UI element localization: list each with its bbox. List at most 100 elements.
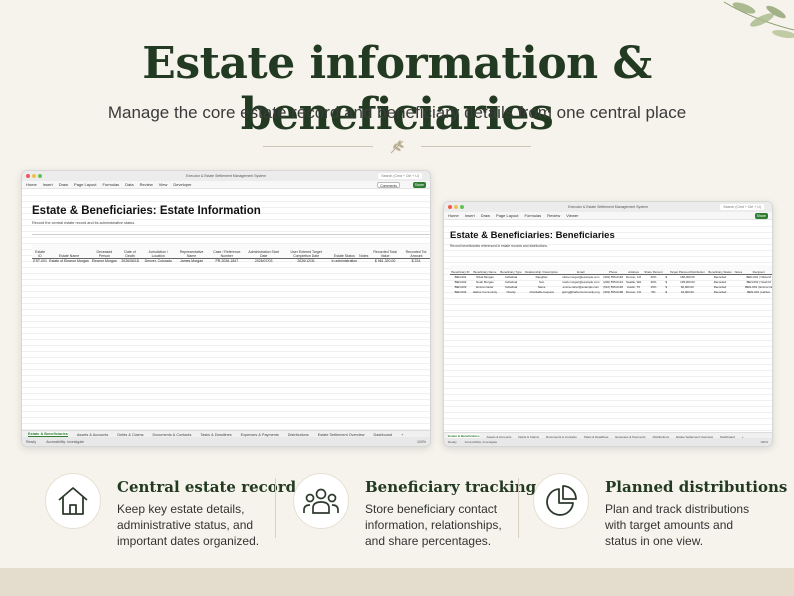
table-cell[interactable]: Estate of Eleanor Morgan	[48, 258, 90, 264]
column-header[interactable]: Case / Reference Number	[208, 244, 246, 259]
table-cell[interactable]: 2026/12/31	[282, 258, 331, 264]
column-header[interactable]: Notes	[358, 244, 370, 259]
table-cell[interactable]: Denver, CO	[625, 274, 643, 279]
column-header[interactable]: Estate Name	[48, 244, 90, 259]
menu-home[interactable]: Home	[26, 182, 37, 187]
menu-formulas[interactable]: Formulas	[525, 213, 542, 218]
sheet-tab[interactable]: Tasks & Deadlines	[200, 433, 231, 437]
sheet-tab[interactable]: Expenses & Payments	[241, 433, 279, 437]
estate-row[interactable]: EST-001 Estate of Eleanor Morgan Eleanor M…	[32, 258, 430, 264]
table-cell[interactable]: noah.morgan@example.com	[560, 279, 602, 284]
table-cell[interactable]: 18,000.00	[668, 289, 707, 294]
menu-insert[interactable]: Insert	[43, 182, 53, 187]
sheet-tab[interactable]: Estate Settlement Overview	[318, 433, 365, 437]
zoom-level[interactable]: 100%	[417, 440, 426, 444]
column-header[interactable]: Share Percent	[642, 265, 665, 275]
search-input[interactable]: Search (Cmd + Ctrl + U)	[720, 204, 764, 210]
table-cell[interactable]: $ 224.	[401, 258, 430, 264]
column-header[interactable]: User Entered Target Completion Date	[281, 244, 331, 259]
column-header[interactable]: Jurisdiction / Location	[141, 244, 176, 259]
table-cell[interactable]: 2026/06/18	[119, 258, 141, 264]
table-cell[interactable]: Charitable bequest	[523, 289, 560, 294]
column-header[interactable]: Relationship / Description	[523, 265, 560, 275]
table-cell[interactable]: PR-2026-1847	[208, 258, 246, 264]
column-header[interactable]: Address	[624, 265, 643, 275]
comments-button[interactable]: Comments	[377, 182, 400, 188]
menu-view[interactable]: View	[159, 182, 168, 187]
sheet-tab[interactable]: Distributions	[288, 433, 309, 437]
sheet-tab[interactable]: Assets & Accounts	[77, 433, 108, 437]
table-cell[interactable]: EST-001	[32, 258, 48, 264]
menu-review[interactable]: Review	[140, 182, 153, 187]
menu-developer[interactable]: Developer	[173, 182, 191, 187]
column-header[interactable]: Beneficiary Type	[498, 265, 524, 275]
column-header[interactable]: Deceased Person	[89, 244, 119, 259]
add-sheet-button[interactable]: +	[401, 433, 403, 437]
zoom-level[interactable]: 100%	[760, 440, 768, 444]
search-input[interactable]: Search (Cmd + Ctrl + U)	[378, 173, 422, 179]
table-cell[interactable]: (303) 555-0148	[602, 274, 625, 279]
sheet-tab[interactable]: Dashboard	[374, 433, 393, 437]
table-cell[interactable]: emma.carter@example.com	[560, 284, 602, 289]
column-header[interactable]: Recorded Tot. Amount	[400, 244, 430, 259]
column-header[interactable]: Target Planned Distribution	[668, 265, 707, 275]
table-cell[interactable]: (512) 555-0136	[602, 284, 625, 289]
column-header[interactable]: Estate ID	[32, 244, 49, 259]
table-cell[interactable]: In administration	[330, 258, 358, 264]
column-header[interactable]: Date of Death	[118, 244, 142, 259]
table-cell[interactable]	[733, 289, 743, 294]
sheet-tab[interactable]: Documents & Contacts	[153, 433, 192, 437]
table-cell[interactable]: giving@harborcommunity.org	[560, 289, 602, 294]
table-cell[interactable]: BEN-002 | Noah M	[743, 279, 772, 284]
spreadsheet-area[interactable]: Estate & Beneficiaries: Beneficiaries Re…	[444, 221, 772, 432]
table-cell[interactable]: Eleanor Morgan	[90, 258, 119, 264]
table-cell[interactable]: BEN-004 | Harbor	[743, 289, 772, 294]
table-cell[interactable]: Harbor Community	[471, 289, 499, 294]
column-header[interactable]: Administration Start Date	[245, 244, 282, 259]
column-header[interactable]: Beneficiary Name	[471, 265, 499, 275]
column-header[interactable]: Estate Status	[330, 244, 359, 259]
table-cell[interactable]: (206) 555-0124	[602, 279, 625, 284]
menu-page-layout[interactable]: Page Layout	[74, 182, 96, 187]
table-cell[interactable]: Denver, Colorado	[141, 258, 175, 264]
share-button[interactable]: Share	[412, 182, 426, 188]
table-cell[interactable]: olivia.morgan@example.com	[560, 274, 602, 279]
table-cell[interactable]: BEN-004	[450, 289, 471, 294]
menu-draw[interactable]: Draw	[481, 213, 490, 218]
table-cell[interactable]: Charity	[499, 289, 524, 294]
column-header[interactable]: Phone	[601, 265, 625, 275]
table-cell[interactable]: 5%	[643, 289, 665, 294]
column-header[interactable]: Recipient	[743, 265, 772, 275]
menu-data[interactable]: Data	[125, 182, 133, 187]
column-header[interactable]: Beneficiary Status	[706, 265, 734, 275]
column-header[interactable]: Email	[559, 265, 602, 275]
table-cell[interactable]: 2026/07/03	[246, 258, 282, 264]
table-cell[interactable]: BEN-003 | Emma Ca	[743, 284, 772, 289]
sheet-tab[interactable]: Debts & Claims	[117, 433, 143, 437]
menu-viewer[interactable]: Viewer	[566, 213, 578, 218]
table-cell[interactable]: Seattle, WA	[625, 279, 643, 284]
column-header[interactable]: Representative Name	[175, 244, 209, 259]
menu-page-layout[interactable]: Page Layout	[496, 213, 518, 218]
table-cell[interactable]: BEN-001 | Olivia M	[743, 274, 772, 279]
spreadsheet-area[interactable]: Estate & Beneficiaries: Estate Informati…	[22, 190, 430, 430]
table-cell[interactable]: Denver, CO	[625, 289, 643, 294]
table-cell[interactable]: Recorded	[707, 289, 734, 294]
column-header[interactable]: Beneficiary ID	[450, 265, 472, 275]
share-button[interactable]: Share	[754, 213, 768, 219]
menu-insert[interactable]: Insert	[465, 213, 475, 218]
table-cell[interactable]: James Morgan	[175, 258, 208, 264]
table-cell[interactable]: $ 961,320.00	[369, 258, 401, 264]
accessibility-status[interactable]: Accessibility: Investigate	[46, 440, 84, 444]
menu-home[interactable]: Home	[448, 213, 459, 218]
table-cell[interactable]: Austin, TX	[625, 284, 643, 289]
column-header[interactable]: Notes	[733, 265, 744, 275]
beneficiary-row[interactable]: BEN-004 Harbor Community Charity Charitable…	[450, 289, 772, 294]
menu-formulas[interactable]: Formulas	[103, 182, 120, 187]
accessibility-status[interactable]: Accessibility: Investigate	[465, 440, 498, 444]
table-cell[interactable]: (303) 555-0198	[602, 289, 625, 294]
table-cell[interactable]	[358, 258, 369, 264]
menu-draw[interactable]: Draw	[59, 182, 68, 187]
column-header[interactable]: Recorded Total Value	[369, 244, 401, 259]
menu-review[interactable]: Review	[547, 213, 560, 218]
